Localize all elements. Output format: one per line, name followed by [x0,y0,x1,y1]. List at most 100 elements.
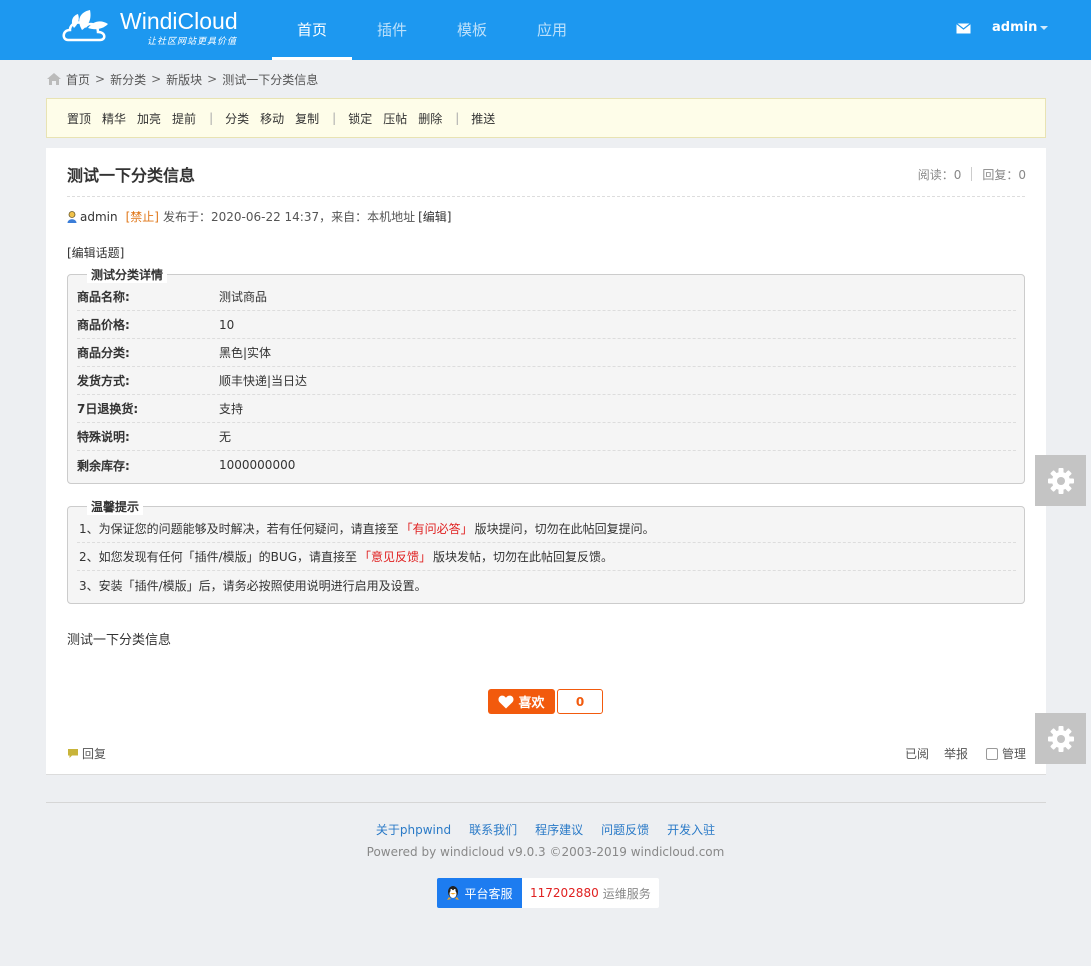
qq-number: 117202880 [530,886,599,900]
moderation-toolbar: 置顶 精华 加亮 提前 | 分类 移动 复制 | 锁定 压帖 删除 | 推送 [46,98,1046,138]
tool-delete[interactable]: 删除 [418,110,442,127]
logo-slogan: 让社区网站更具价值 [147,37,238,47]
tip-text: 3、安装「插件/模版」后，请务必按照使用说明进行启用及设置。 [79,578,427,593]
tool-sticky[interactable]: 置顶 [67,110,91,127]
detail-key: 商品分类: [77,346,130,360]
details-legend: 测试分类详情 [87,266,168,283]
detail-row: 剩余库存: 1000000000 [77,451,1016,479]
detail-key: 7日退换货: [77,402,139,416]
user-icon [67,210,77,223]
footer-link-about[interactable]: 关于phpwind [376,821,451,838]
chevron-right-icon: > [95,72,106,86]
tip-text: 版块发帖，切勿在此帖回复反馈。 [433,550,614,564]
nav-apps[interactable]: 应用 [512,0,592,60]
like-count: 0 [557,689,603,714]
detail-value: 顺丰快递|当日达 [219,374,308,388]
edit-topic-link[interactable]: [编辑话题] [67,244,124,261]
ban-link[interactable]: [禁止] [126,208,159,225]
post-panel: 测试一下分类信息 阅读：0 回复：0 admin [禁止] 发布于：2020-0… [46,148,1046,775]
detail-value: 黑色|实体 [219,346,272,360]
report-button[interactable]: 举报 [944,745,968,762]
stats-divider [971,167,973,181]
reply-button[interactable]: 回复 [67,745,106,762]
manage-label: 管理 [1001,747,1026,761]
tips-legend: 温馨提示 [87,498,144,515]
gear-icon [1047,467,1074,494]
detail-key: 商品名称: [77,290,130,304]
edit-post-link[interactable]: [编辑] [418,208,451,225]
manage-checkbox[interactable] [985,747,998,760]
service-label: 运维服务 [602,886,651,901]
reply-label: 回复 [82,747,107,761]
breadcrumb-forum[interactable]: 新版块 [166,71,202,88]
user-menu[interactable]: admin [992,20,1049,35]
breadcrumb-category[interactable]: 新分类 [110,71,146,88]
read-button[interactable]: 已阅 [905,745,929,762]
detail-key: 发货方式: [77,374,130,388]
settings-button[interactable] [1035,713,1086,764]
tool-sink[interactable]: 压帖 [383,110,407,127]
nav-templates[interactable]: 模板 [432,0,512,60]
title-divider [67,196,1025,197]
tool-push[interactable]: 推送 [471,110,495,127]
footer-link-contact[interactable]: 联系我们 [469,821,517,838]
post-actions: 已阅 举报 管理 [890,745,1026,762]
detail-value: 1000000000 [219,458,296,472]
post-title: 测试一下分类信息 [67,166,196,185]
tip-text: 1、为保证您的问题能够及时解决，若有任何疑问，请直接至 [79,522,399,536]
detail-row: 商品价格: 10 [77,311,1016,339]
detail-row: 发货方式: 顺丰快递|当日达 [77,367,1016,395]
author-link[interactable]: admin [80,210,118,224]
tip-row: 3、安装「插件/模版」后，请务必按照使用说明进行启用及设置。 [77,571,1016,599]
reply-count: 回复：0 [982,168,1026,182]
detail-value: 测试商品 [219,290,268,304]
heart-icon [499,695,514,708]
detail-value: 无 [219,430,232,444]
footer-link-developer[interactable]: 开发入驻 [667,821,715,838]
leaf-cloud-icon [62,10,108,42]
breadcrumb-current: 测试一下分类信息 [222,72,319,87]
top-header: WindiCloud 让社区网站更具价值 首页 插件 模板 应用 admin [0,0,1091,60]
mail-icon[interactable] [956,23,971,34]
category-details-box: 测试分类详情 商品名称: 测试商品 商品价格: 10 商品分类: 黑色|实体 发… [67,266,1025,484]
chevron-down-icon [1040,25,1049,30]
tool-classify[interactable]: 分类 [225,110,249,127]
post-content: 测试一下分类信息 [67,633,172,648]
like-label: 喜欢 [518,696,545,711]
tool-move[interactable]: 移动 [260,110,284,127]
breadcrumb-home[interactable]: 首页 [66,71,90,88]
footer-link-feedback[interactable]: 问题反馈 [601,821,649,838]
tool-lock[interactable]: 锁定 [348,110,372,127]
nav-plugins[interactable]: 插件 [352,0,432,60]
tip-text: 2、如您发现有任何「插件/模版」的BUG，请直接至 [79,550,357,564]
chevron-right-icon: > [151,72,162,86]
post-date-source: 发布于：2020-06-22 14:37，来自：本机地址 [162,210,416,224]
home-icon [47,73,61,85]
tool-digest[interactable]: 精华 [102,110,126,127]
like-button[interactable]: 喜欢 [488,689,555,714]
gear-icon [1047,725,1074,752]
tip-text: 版块提问，切勿在此帖回复提问。 [474,522,655,536]
detail-row: 特殊说明: 无 [77,423,1016,451]
footer-link-suggest[interactable]: 程序建议 [535,821,583,838]
post-stats: 阅读：0 回复：0 [918,166,1026,183]
username: admin [992,20,1038,35]
detail-key: 商品价格: [77,318,130,332]
tool-highlight[interactable]: 加亮 [137,110,161,127]
footer-divider [46,802,1046,803]
support-widget: 平台客服 117202880 运维服务 [437,878,659,908]
chevron-right-icon: > [207,72,218,86]
detail-value: 支持 [219,402,244,416]
feedback-forum-link[interactable]: 「意见反馈」 [359,548,431,565]
tip-row: 1、为保证您的问题能够及时解决，若有任何疑问，请直接至 「有问必答」 版块提问，… [77,515,1016,543]
qq-support-button[interactable]: 平台客服 [437,878,522,908]
qq-support-label: 平台客服 [464,886,513,901]
qa-forum-link[interactable]: 「有问必答」 [401,520,473,537]
logo[interactable]: WindiCloud 让社区网站更具价值 [60,6,240,52]
settings-button[interactable] [1035,455,1086,506]
tool-copy[interactable]: 复制 [295,110,319,127]
nav-home[interactable]: 首页 [272,0,352,60]
tool-bump[interactable]: 提前 [172,110,196,127]
qq-penguin-icon [447,886,460,900]
toolbar-divider: | [455,111,460,125]
